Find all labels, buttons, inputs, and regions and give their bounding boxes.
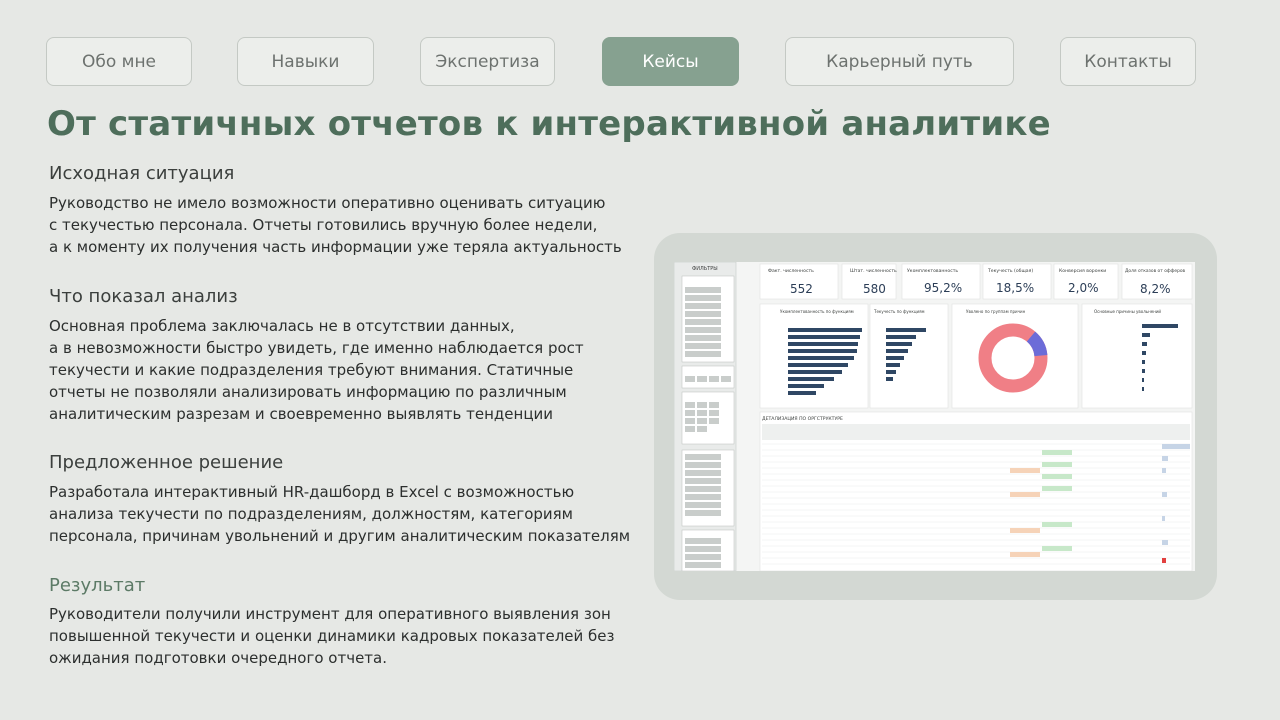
section-text-result: Руководители получили инструмент для опе… [49,603,649,669]
text-line: текучести и какие подразделения требуют … [49,361,574,379]
kpi-label: Доля отказов от офферов [1125,268,1186,274]
tab-cases[interactable]: Кейсы [602,37,739,86]
kpi-label: Факт. численность [768,268,814,274]
tab-career-path[interactable]: Карьерный путь [785,37,1014,86]
panel-title: Укомплектованность по функциям [780,309,854,314]
chart-panels: Укомплектованность по функциям Текучесть… [759,303,1193,409]
top-nav: Обо мне Навыки Экспертиза Кейсы Карьерны… [0,37,1280,86]
kpi-value: 552 [790,282,813,296]
text-line: ожидания подготовки очередного отчета. [49,649,387,667]
kpi-value: 8,2% [1140,282,1171,296]
text-line: а в невозможности быстро увидеть, где им… [49,339,584,357]
section-text-initial: Руководство не имело возможности операти… [49,192,649,258]
panel-title: Уволено по группам причин [966,309,1026,314]
text-line: аналитическим разрезам и своевременно вы… [49,405,554,423]
kpi-value: 18,5% [996,281,1034,295]
kpi-label: Текучесть (общая) [987,268,1033,274]
text-line: Руководство не имело возможности операти… [49,194,606,212]
panel-title: Основные причины увольнений [1094,309,1161,314]
section-heading-initial: Исходная ситуация [49,163,235,184]
text-line: а к моменту их получения часть информаци… [49,238,622,256]
table-title: ДЕТАЛИЗАЦИЯ ПО ОРГСТРУКТУРЕ [762,416,843,422]
tab-contacts[interactable]: Контакты [1060,37,1196,86]
text-line: с текучестью персонала. Отчеты готовилис… [49,216,598,234]
kpi-value: 2,0% [1068,281,1099,295]
kpi-cards: Факт. численность 552 Штат. численность … [759,263,1193,300]
section-heading-analysis: Что показал анализ [49,286,238,307]
tab-skills[interactable]: Навыки [237,37,374,86]
tab-about[interactable]: Обо мне [46,37,192,86]
kpi-label: Штат. численность [850,268,897,274]
dashboard-image: ФИЛЬТРЫ Факт. численность 552 Штат. числ… [674,262,1195,571]
section-heading-solution: Предложенное решение [49,452,284,473]
kpi-label: Укомплектованность [907,268,958,274]
section-heading-result: Результат [49,575,146,596]
text-line: отчеты не позволяли анализировать информ… [49,383,567,401]
kpi-label: Конверсия воронки [1059,268,1106,274]
page-title: От статичных отчетов к интерактивной ана… [47,104,1051,144]
detail-table: ДЕТАЛИЗАЦИЯ ПО ОРГСТРУКТУРЕ [759,411,1193,571]
text-line: Руководители получили инструмент для опе… [49,605,611,623]
kpi-value: 580 [863,282,886,296]
text-line: Основная проблема заключалась не в отсут… [49,317,515,335]
section-text-analysis: Основная проблема заключалась не в отсут… [49,315,649,425]
text-line: анализа текучести по подразделениям, дол… [49,505,573,523]
text-line: повышенной текучести и оценки динамики к… [49,627,615,645]
text-line: Разработала интерактивный HR-дашборд в E… [49,483,575,501]
panel-title: Текучесть по функциям [873,309,925,314]
filters-title: ФИЛЬТРЫ [692,266,718,272]
section-text-solution: Разработала интерактивный HR-дашборд в E… [49,481,649,547]
text-line: персонала, причинам увольнений и другим … [49,527,631,545]
kpi-value: 95,2% [924,281,962,295]
tab-expertise[interactable]: Экспертиза [420,37,555,86]
dashboard-screenshot: ФИЛЬТРЫ Факт. численность 552 Штат. числ… [674,262,1195,571]
